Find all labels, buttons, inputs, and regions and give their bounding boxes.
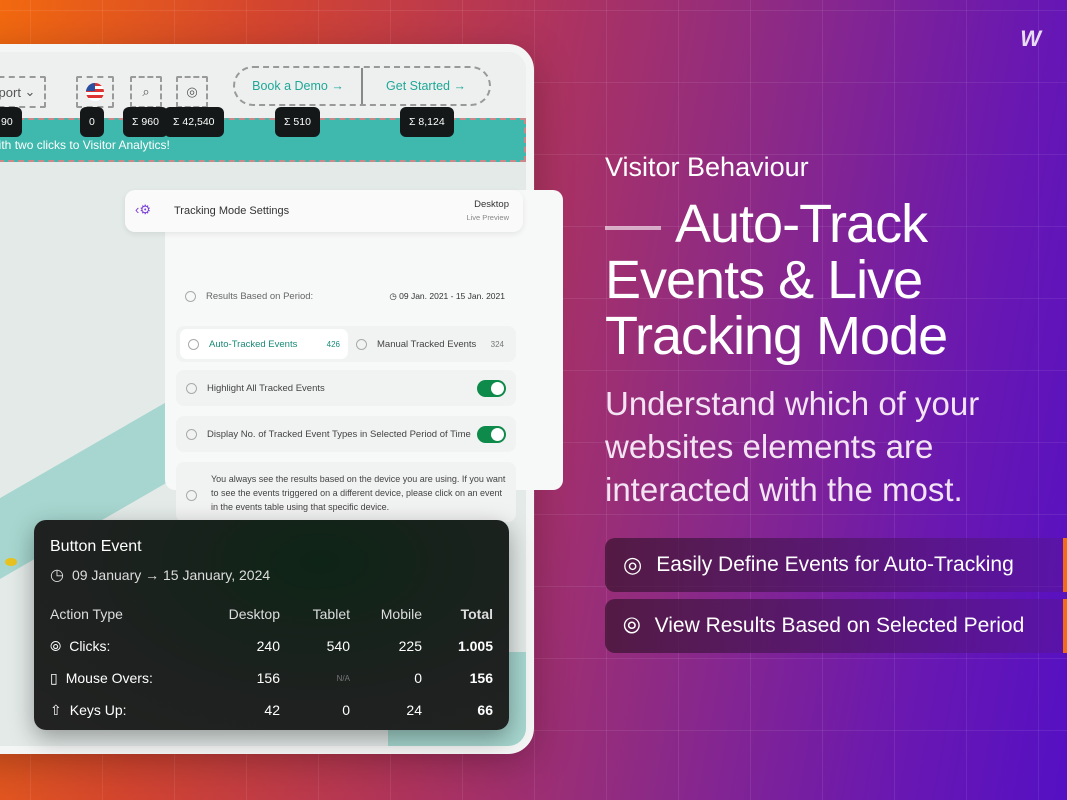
highlight-setting: Highlight All Tracked Events xyxy=(176,370,516,406)
tab-count: 426 xyxy=(326,339,340,349)
col-header: Action Type xyxy=(50,606,123,622)
feature-label: View Results Based on Selected Period xyxy=(654,614,1025,637)
language-flag-button[interactable] xyxy=(76,76,114,108)
count-badge: Σ 510 xyxy=(275,107,320,137)
support-label: port xyxy=(0,84,21,100)
title-line: Tracking Mode xyxy=(605,306,948,366)
col-header: Desktop xyxy=(228,606,280,622)
feature-label: Easily Define Events for Auto-Tracking xyxy=(656,553,1014,576)
banner-text: ata with two clicks to Visitor Analytics… xyxy=(0,138,170,152)
target-icon: ◎ xyxy=(623,552,643,577)
setting-label: Display No. of Tracked Event Types in Se… xyxy=(207,428,471,440)
user-icon: ◎ xyxy=(186,84,198,99)
arrow-up-circle-icon: ⇧ xyxy=(50,701,62,718)
search-button[interactable]: ⌕ xyxy=(130,76,162,108)
tab-count: 324 xyxy=(490,339,504,349)
account-button[interactable]: ◎ xyxy=(176,76,208,108)
brand-logo: W xyxy=(1020,26,1041,51)
settings-header: ‹⚙ Tracking Mode Settings Desktop Live P… xyxy=(125,190,523,232)
setting-label: Highlight All Tracked Events xyxy=(207,382,325,394)
row-label: Keys Up: xyxy=(69,702,127,718)
count-badge: 0 xyxy=(80,107,104,137)
cell: 66 xyxy=(477,702,493,718)
tab-label: Auto-Tracked Events xyxy=(209,338,298,350)
cell: 1.005 xyxy=(457,638,493,654)
cell: 0 xyxy=(414,670,422,686)
clock-icon: ◷ xyxy=(50,567,64,584)
row-label: Mouse Overs: xyxy=(65,670,153,686)
table-row: ⇧ Keys Up: 42 0 24 66 xyxy=(50,694,493,726)
event-tabs: Auto-Tracked Events 426 Manual Tracked Ev… xyxy=(176,326,516,362)
cell: 156 xyxy=(469,670,493,686)
tab-manual-tracked[interactable]: Manual Tracked Events 324 xyxy=(348,329,512,359)
tooltip-date-row: ◷ 09 January → 15 January, 2024 xyxy=(50,565,270,585)
count-badge: 90 xyxy=(0,107,22,137)
feature-view-results: ⦾ View Results Based on Selected Period xyxy=(605,599,1067,653)
cell: 240 xyxy=(256,638,280,654)
title-line: Events & Live xyxy=(605,250,923,310)
us-flag-icon xyxy=(86,83,104,101)
settings-title: Tracking Mode Settings xyxy=(174,205,290,217)
count-badge: Σ 960 xyxy=(123,107,168,137)
hero-title: Auto-Track Events & Live Tracking Mode xyxy=(605,194,948,366)
cell: 540 xyxy=(326,638,350,654)
cell: 225 xyxy=(398,638,422,654)
click-icon: ⦾ xyxy=(50,637,62,654)
title-line: Auto-Track xyxy=(675,194,928,254)
cell: 156 xyxy=(256,670,280,686)
support-menu[interactable]: port ⌄ xyxy=(0,76,46,108)
event-table: Action Type Desktop Tablet Mobile Total ⦾ Cli… xyxy=(50,598,493,726)
display-count-toggle[interactable] xyxy=(477,425,506,443)
cell: N/A xyxy=(336,673,350,683)
table-row: ▯ Mouse Overs: 156 N/A 0 156 xyxy=(50,662,493,694)
click-icon: ⦾ xyxy=(623,613,641,638)
lifebuoy-icon xyxy=(186,490,197,501)
display-count-setting: Display No. of Tracked Event Types in Se… xyxy=(176,416,516,452)
note-text: You always see the results based on the … xyxy=(211,474,506,512)
period-date: 09 Jan. 2021 - 15 Jan. 2021 xyxy=(399,291,505,301)
period-label: Results Based on Period: xyxy=(206,291,314,302)
device-note: You always see the results based on the … xyxy=(176,462,516,522)
period-value[interactable]: ◷ 09 Jan. 2021 - 15 Jan. 2021 xyxy=(389,291,505,302)
feature-define-events: ◎ Easily Define Events for Auto-Tracking xyxy=(605,538,1067,592)
book-demo-button[interactable]: Book a Demo → xyxy=(235,68,361,104)
cell: 0 xyxy=(342,702,350,718)
tab-label: Manual Tracked Events xyxy=(377,338,477,350)
row-label: Clicks: xyxy=(69,638,111,654)
marker-dot xyxy=(5,558,17,566)
col-header: Mobile xyxy=(380,606,422,622)
eyebrow: Visitor Behaviour xyxy=(605,152,809,182)
info-icon xyxy=(186,428,197,440)
tab-auto-tracked[interactable]: Auto-Tracked Events 426 xyxy=(180,329,348,359)
info-icon xyxy=(185,291,196,302)
count-badge: Σ 8,124 xyxy=(400,107,454,137)
highlight-toggle[interactable] xyxy=(477,379,506,397)
info-icon xyxy=(186,382,197,394)
search-icon: ⌕ xyxy=(142,84,150,99)
table-row: ⦾ Clicks: 240 540 225 1.005 xyxy=(50,630,493,662)
device-label: Desktop xyxy=(474,199,509,210)
cell: 24 xyxy=(406,702,422,718)
count-badge: Σ 42,540 xyxy=(164,107,224,137)
cell: 42 xyxy=(264,702,280,718)
tooltip-title: Button Event xyxy=(50,538,142,555)
live-preview-label: Live Preview xyxy=(466,213,509,222)
mouse-icon: ▯ xyxy=(50,669,58,686)
back-settings-icon[interactable]: ‹⚙ xyxy=(135,202,151,218)
get-started-button[interactable]: Get Started → xyxy=(363,68,489,104)
button-event-tooltip: Button Event ◷ 09 January → 15 January, 2… xyxy=(34,520,509,730)
col-header: Tablet xyxy=(312,606,350,622)
cta-group: Book a Demo → Get Started → xyxy=(233,66,491,106)
tooltip-date: 09 January → 15 January, 2024 xyxy=(71,567,271,583)
col-header: Total xyxy=(460,606,493,622)
period-row: Results Based on Period: ◷ 09 Jan. 2021 … xyxy=(185,291,505,302)
hero-description: Understand which of your websites elemen… xyxy=(605,385,980,508)
table-header: Action Type Desktop Tablet Mobile Total xyxy=(50,598,493,630)
